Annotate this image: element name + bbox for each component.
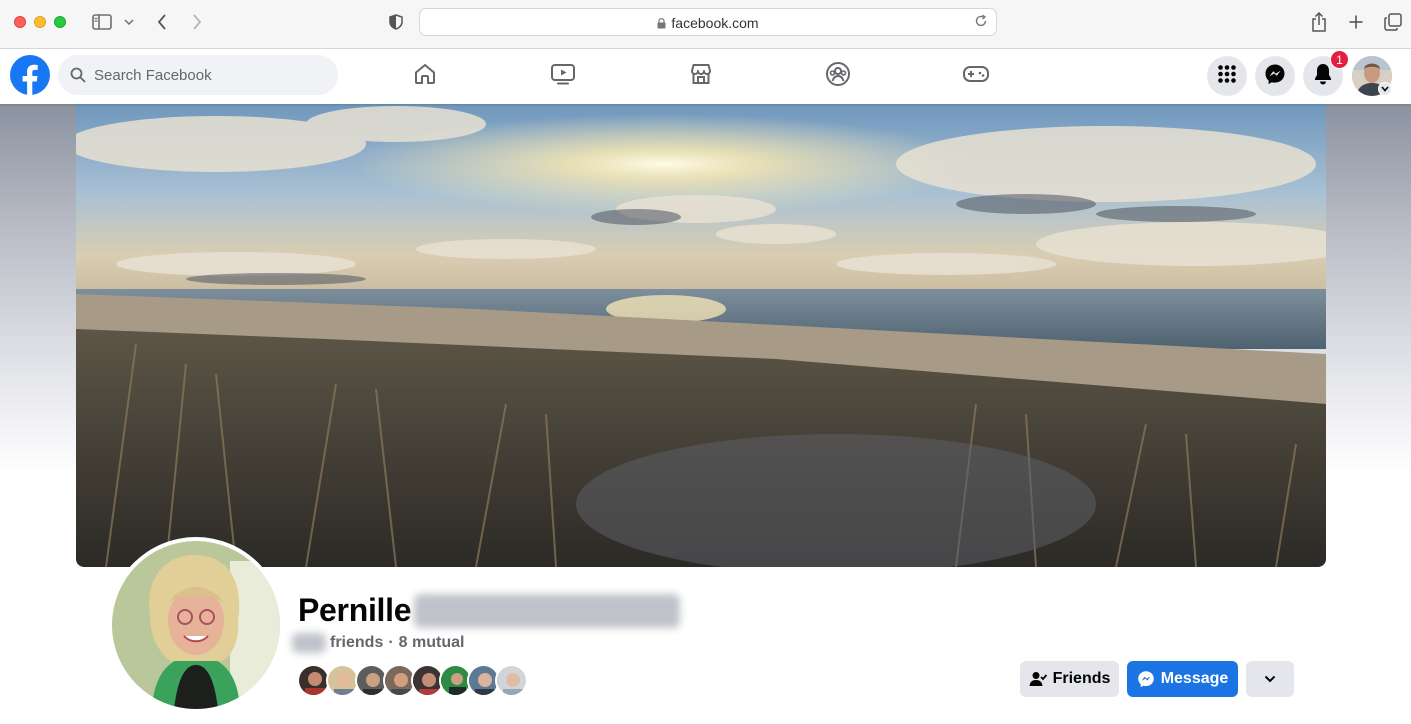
watch-icon: [550, 62, 576, 91]
tab-marketplace[interactable]: [645, 49, 757, 104]
tab-home[interactable]: [369, 49, 481, 104]
search-icon: [70, 67, 86, 83]
browser-toolbar: facebook.com: [0, 0, 1411, 49]
lock-icon: [657, 16, 666, 32]
bell-icon: [1313, 63, 1333, 90]
menu-button[interactable]: [1207, 56, 1247, 96]
profile-name: Pernille: [298, 592, 412, 628]
facebook-logo-icon[interactable]: [10, 55, 50, 95]
redacted-surname: [414, 594, 680, 628]
message-button-label: Message: [1160, 670, 1229, 687]
search-input[interactable]: [94, 66, 314, 84]
tab-gaming[interactable]: [920, 49, 1032, 104]
gaming-icon: [962, 63, 990, 90]
messenger-icon: [1264, 63, 1286, 90]
friends-label: friends: [330, 634, 384, 651]
notifications-button[interactable]: 1: [1303, 50, 1349, 96]
notification-badge: 1: [1330, 50, 1349, 69]
address-text: facebook.com: [671, 15, 759, 31]
zoom-window-button[interactable]: [54, 16, 66, 28]
more-options-button[interactable]: [1246, 661, 1294, 697]
chevron-down-icon[interactable]: [122, 10, 136, 34]
tab-watch[interactable]: [507, 49, 619, 104]
share-icon[interactable]: [1308, 10, 1330, 34]
menu-grid-icon: [1217, 64, 1237, 89]
groups-icon: [825, 61, 851, 92]
cover-photo[interactable]: [76, 104, 1326, 567]
messenger-icon: [1137, 670, 1155, 688]
friend-check-icon: [1029, 671, 1047, 687]
tabs-overview-icon[interactable]: [1382, 10, 1404, 34]
reload-icon[interactable]: [974, 14, 988, 33]
new-tab-icon[interactable]: [1345, 10, 1367, 34]
message-button[interactable]: Message: [1127, 661, 1238, 697]
tab-groups[interactable]: [782, 49, 894, 104]
friends-summary[interactable]: friends · 8 mutual: [330, 634, 464, 652]
friends-button-label: Friends: [1052, 670, 1111, 687]
forward-icon[interactable]: [187, 10, 207, 34]
address-bar[interactable]: facebook.com: [419, 8, 997, 36]
back-icon[interactable]: [152, 10, 172, 34]
home-icon: [413, 62, 437, 91]
marketplace-icon: [689, 62, 713, 91]
redacted-friend-count: [292, 633, 326, 653]
chevron-down-icon: [1264, 670, 1276, 688]
friends-button[interactable]: Friends: [1020, 661, 1119, 697]
account-chevron-icon[interactable]: [1378, 82, 1392, 96]
messenger-button[interactable]: [1255, 56, 1295, 96]
shield-icon[interactable]: [386, 10, 406, 34]
mutual-friends-link[interactable]: 8 mutual: [399, 634, 465, 651]
sidebar-icon[interactable]: [90, 10, 114, 34]
search-box[interactable]: [58, 55, 338, 95]
mutual-friend-avatar[interactable]: [495, 664, 528, 697]
minimize-window-button[interactable]: [34, 16, 46, 28]
facebook-top-nav: 1: [0, 49, 1411, 104]
close-window-button[interactable]: [14, 16, 26, 28]
profile-picture[interactable]: [108, 537, 284, 713]
